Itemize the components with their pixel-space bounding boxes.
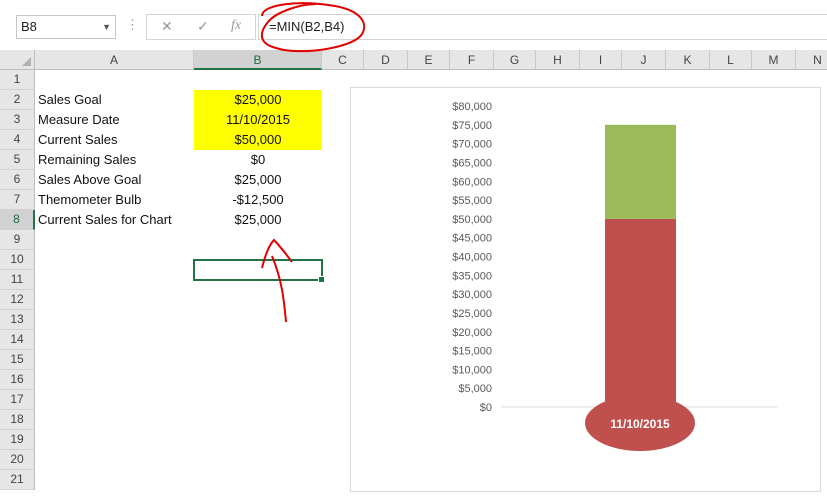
chart-canvas: $0 $5,000 $10,000 $15,000 $20,000 $25,000 $30,… — [452, 101, 777, 451]
cell-a4[interactable]: Current Sales — [38, 130, 117, 150]
row-header-3[interactable]: 3 — [0, 110, 35, 130]
cell-a3[interactable]: Measure Date — [38, 110, 120, 130]
cell-a8[interactable]: Current Sales for Chart — [38, 210, 172, 230]
column-header-e[interactable]: E — [408, 50, 450, 70]
name-box-value: B8 — [21, 19, 37, 34]
cell-b7[interactable]: -$12,500 — [194, 190, 322, 210]
cell-b5[interactable]: $0 — [194, 150, 322, 170]
row-header-18[interactable]: 18 — [0, 410, 35, 430]
row-header-2[interactable]: 2 — [0, 90, 35, 110]
y-tick-label: $25,000 — [452, 308, 492, 320]
column-header-f[interactable]: F — [450, 50, 494, 70]
row-header-12[interactable]: 12 — [0, 290, 35, 310]
row-header-7[interactable]: 7 — [0, 190, 35, 210]
cancel-icon[interactable]: ✕ — [161, 18, 173, 35]
row-header-5[interactable]: 5 — [0, 150, 35, 170]
column-header-n[interactable]: N — [796, 50, 827, 70]
y-tick-label: $50,000 — [452, 214, 492, 226]
y-tick-label: $70,000 — [452, 139, 492, 151]
column-header-d[interactable]: D — [364, 50, 408, 70]
y-tick-label: $0 — [480, 402, 492, 414]
row-header-9[interactable]: 9 — [0, 230, 35, 250]
y-tick-label: $60,000 — [452, 176, 492, 188]
row-header-15[interactable]: 15 — [0, 350, 35, 370]
bar-segment-2[interactable] — [605, 124, 676, 219]
y-tick-label: $80,000 — [452, 101, 492, 113]
column-header-c[interactable]: C — [322, 50, 364, 70]
column-header-k[interactable]: K — [666, 50, 710, 70]
cell-b8[interactable]: $25,000 — [194, 210, 322, 230]
row-header-4[interactable]: 4 — [0, 130, 35, 150]
formula-bar-grip-icon[interactable]: ⋮ — [126, 17, 139, 33]
row-header-19[interactable]: 19 — [0, 430, 35, 450]
select-all-corner[interactable] — [0, 50, 35, 70]
cell-a5[interactable]: Remaining Sales — [38, 150, 136, 170]
row-header-6[interactable]: 6 — [0, 170, 35, 190]
y-tick-label: $75,000 — [452, 120, 492, 132]
row-header-14[interactable]: 14 — [0, 330, 35, 350]
bulb-label: 11/10/2015 — [610, 417, 670, 431]
cell-a2[interactable]: Sales Goal — [38, 90, 102, 110]
cell-b2[interactable]: $25,000 — [194, 90, 322, 110]
bulb-neck — [605, 405, 676, 415]
column-header-h[interactable]: H — [536, 50, 580, 70]
row-header-8[interactable]: 8 — [0, 210, 35, 230]
column-header-b[interactable]: B — [194, 50, 322, 70]
column-header-l[interactable]: L — [710, 50, 752, 70]
cell-a6[interactable]: Sales Above Goal — [38, 170, 141, 190]
cell-b3[interactable]: 11/10/2015 — [194, 110, 322, 130]
row-header-10[interactable]: 10 — [0, 250, 35, 270]
formula-input[interactable]: =MIN(B2,B4) — [258, 14, 827, 40]
column-header-j[interactable]: J — [622, 50, 666, 70]
y-tick-label: $5,000 — [458, 383, 492, 395]
y-tick-label: $45,000 — [452, 233, 492, 245]
y-tick-label: $35,000 — [452, 270, 492, 282]
y-tick-label: $15,000 — [452, 346, 492, 358]
y-tick-label: $55,000 — [452, 195, 492, 207]
cell-a7[interactable]: Themometer Bulb — [38, 190, 141, 210]
y-tick-label: $30,000 — [452, 289, 492, 301]
row-header-13[interactable]: 13 — [0, 310, 35, 330]
selected-cell-b8[interactable] — [193, 259, 325, 283]
y-tick-label: $65,000 — [452, 157, 492, 169]
row-header-1[interactable]: 1 — [0, 70, 35, 90]
y-tick-label: $20,000 — [452, 327, 492, 339]
row-header-11[interactable]: 11 — [0, 270, 35, 290]
formula-bar-buttons: ✕ ✓ fx — [146, 14, 256, 40]
cell-b4[interactable]: $50,000 — [194, 130, 322, 150]
chevron-down-icon[interactable]: ▼ — [102, 16, 111, 38]
column-header-a[interactable]: A — [35, 50, 194, 70]
column-header-g[interactable]: G — [494, 50, 536, 70]
row-header-20[interactable]: 20 — [0, 450, 35, 470]
insert-function-icon[interactable]: fx — [231, 18, 241, 34]
bar-segment-1[interactable] — [605, 218, 676, 407]
row-header-17[interactable]: 17 — [0, 390, 35, 410]
thermometer-chart[interactable]: $0 $5,000 $10,000 $15,000 $20,000 $25,000 $30,… — [350, 87, 821, 492]
enter-icon[interactable]: ✓ — [197, 18, 209, 35]
formula-bar-area: B8 ▼ ⋮ ✕ ✓ fx =MIN(B2,B4) — [0, 0, 827, 40]
name-box[interactable]: B8 ▼ — [16, 15, 116, 39]
row-header-16[interactable]: 16 — [0, 370, 35, 390]
column-header-i[interactable]: I — [580, 50, 622, 70]
row-header-21[interactable]: 21 — [0, 470, 35, 490]
y-tick-label: $10,000 — [452, 364, 492, 376]
column-header-m[interactable]: M — [752, 50, 796, 70]
y-tick-label: $40,000 — [452, 252, 492, 264]
cell-b6[interactable]: $25,000 — [194, 170, 322, 190]
